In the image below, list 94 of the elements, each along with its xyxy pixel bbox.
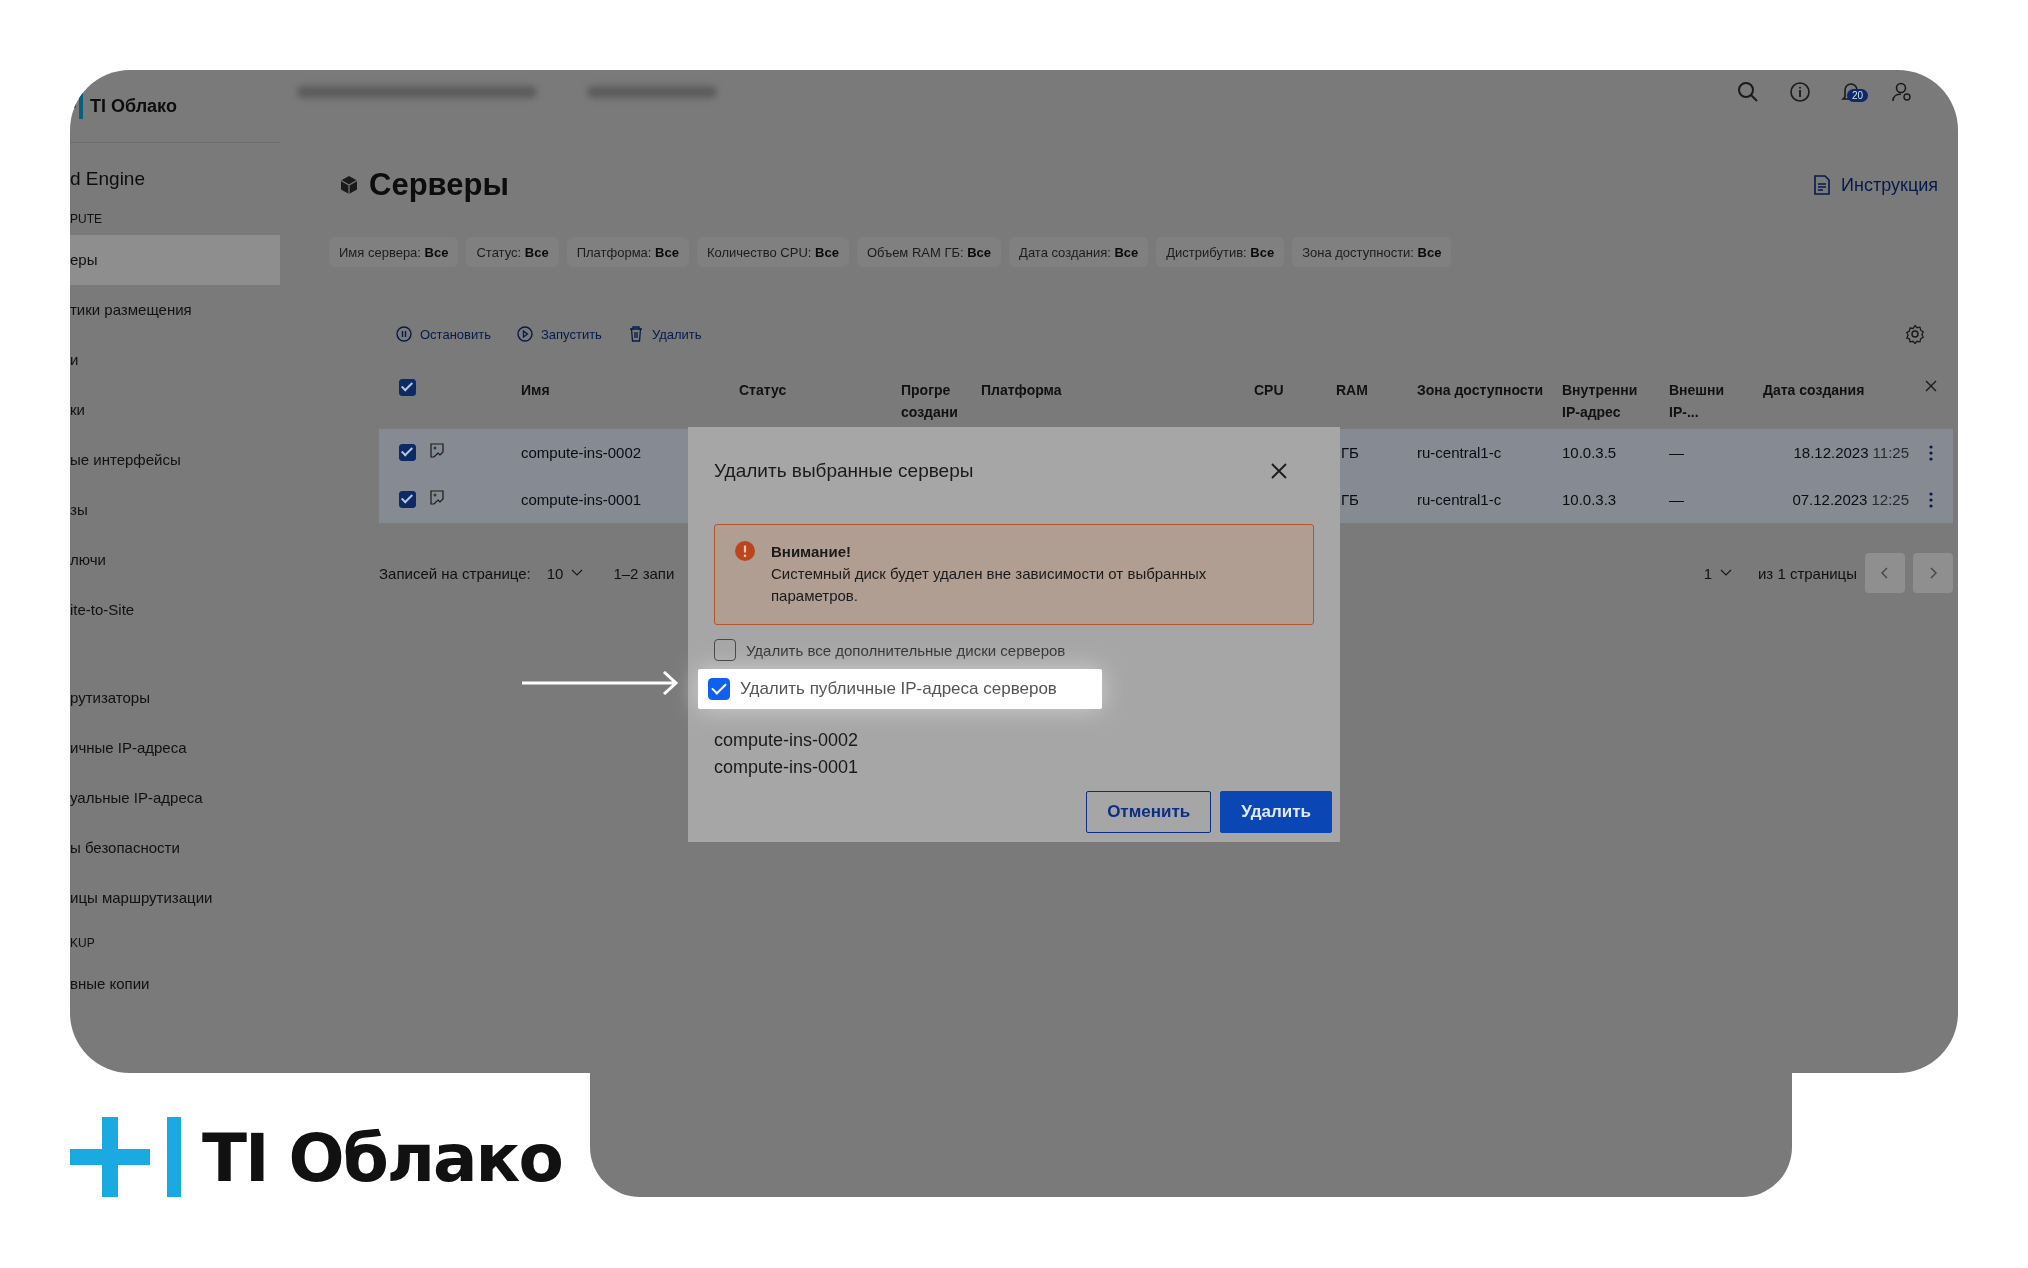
checkbox-option[interactable]: Удалить публичные IP-адреса серверов [698,669,1102,709]
sidebar-item[interactable]: уальные IP-адреса [70,773,280,823]
date-text: 18.12.2023 [1793,444,1869,461]
date-text: 07.12.2023 [1792,491,1868,508]
sidebar-item[interactable]: ые интерфейсы [70,435,280,485]
column-header[interactable]: Статус [727,369,889,429]
server-name: compute-ins-0001 [714,756,860,779]
chevron-left-icon [1881,567,1889,579]
toolbar-button[interactable]: Остановить [396,326,491,342]
settings-icon[interactable] [1905,324,1925,344]
sidebar-item[interactable]: лючи [70,535,280,585]
sidebar-item[interactable]: тики размещения [70,285,280,335]
filter-chip[interactable]: Зона доступности: Все [1292,237,1452,267]
table-cell-text: compute-ins-0001 [520,491,643,508]
table-cell-text: compute-ins-0002 [520,444,643,461]
logo-icon [70,1117,182,1197]
close-icon[interactable] [1923,379,1938,393]
select-all-checkbox[interactable] [398,379,416,396]
column-header[interactable]: Зона доступности [1405,369,1550,429]
filter-chip[interactable]: Количество CPU: Все [696,237,849,267]
alert-message: Системный диск будет удален вне зависимости от выбранных параметров. [771,564,1208,606]
sidebar-item[interactable]: ite-to-Site [70,585,280,635]
search-icon[interactable] [1737,81,1759,103]
filter-chip[interactable]: Дистрибутив: Все [1156,237,1285,267]
table-cell-text: ГБ [1340,444,1360,461]
column-header[interactable]: Платформа [969,369,1242,429]
trash-icon [627,326,644,342]
column-header[interactable]: CPU [1242,369,1324,429]
sidebar-item[interactable]: KUP [70,923,280,959]
logo-text: TI Облако [90,95,177,117]
sidebar-item[interactable]: и [70,335,280,385]
toolbar-button[interactable]: Запустить [516,326,602,342]
page-select[interactable]: 1 [1703,564,1732,582]
table-cell-text: — [1668,491,1685,508]
cancel-button[interactable]: Отменить [1086,791,1212,833]
table-cell-text: ГБ [1340,491,1360,508]
page-title: Серверы [369,167,509,203]
chevron-right-icon [1929,567,1937,579]
row-checkbox[interactable] [398,491,416,508]
sidebar-item[interactable]: зы [70,485,280,535]
column-header[interactable]: Имя [509,369,727,429]
chevron-down-icon [571,569,584,577]
time-text: 12:25 [1871,491,1909,508]
sidebar-item[interactable]: ы безопасности [70,823,280,873]
filter-chip[interactable]: Объем RAM ГБ: Все [856,237,1002,267]
document-icon [1813,175,1832,195]
sidebar-item[interactable]: вные копии [70,959,280,1009]
column-header[interactable]: Прогре создани [889,369,969,429]
pages-total: из 1 страницы [1757,564,1857,582]
time-text: 11:25 [1872,444,1909,461]
table-cell-text: 10.0.3.5 [1561,444,1618,461]
page-size-label: Записей на странице: [379,564,531,582]
user-icon[interactable] [1891,81,1913,103]
filter-chip[interactable]: Платформа: Все [566,237,689,267]
column-header[interactable]: Дата создания [1751,369,1909,429]
play-icon [516,326,533,342]
column-header[interactable]: Внутренни IP-адрес [1550,369,1657,429]
column-header[interactable]: Внешни IP-... [1657,369,1751,429]
table-cell-text: ru-central1-c [1416,491,1503,508]
dialog-title: Удалить выбранные серверы [714,460,974,482]
sidebar-item[interactable]: d Engine [70,159,280,199]
column-header[interactable]: RAM [1324,369,1405,429]
warning-icon [735,541,755,561]
table-cell-text: ru-central1-c [1416,444,1503,461]
records-range: 1–2 запи [613,564,675,582]
checkbox-option[interactable]: Удалить все дополнительные диски серверов [714,635,1314,665]
sidebar-item[interactable]: рутизаторы [70,673,280,723]
more-icon[interactable] [1928,444,1933,461]
table-cell-text: 10.0.3.3 [1561,491,1618,508]
server-name: compute-ins-0002 [714,729,860,752]
toolbar-button[interactable]: Удалить [627,326,702,342]
filter-chip[interactable]: Статус: Все [466,237,559,267]
chevron-down-icon [1719,569,1732,577]
sidebar-item[interactable]: ичные IP-адреса [70,723,280,773]
filter-chip[interactable]: Дата создания: Все [1009,237,1149,267]
logo-text: TI Облако [202,1119,562,1199]
pause-icon [396,326,412,342]
cube-icon [339,175,359,195]
alert-title: Внимание! [771,542,852,562]
sidebar-item[interactable]: ицы маршрутизации [70,873,280,923]
notification-badge: 20 [1847,89,1869,102]
sidebar-item[interactable]: PUTE [70,199,280,235]
delete-button[interactable]: Удалить [1220,791,1332,833]
close-icon[interactable] [1270,462,1288,480]
sidebar-item[interactable]: ки [70,385,280,435]
filter-chip[interactable]: Имя сервера: Все [329,237,459,267]
bell-icon[interactable] [1841,81,1861,103]
info-icon[interactable] [1789,81,1811,103]
page-size-select[interactable]: 10 [546,564,584,582]
more-icon[interactable] [1928,491,1933,508]
row-checkbox[interactable] [398,444,416,461]
table-cell-text: — [1668,444,1685,461]
sidebar-item[interactable]: еры [70,235,280,285]
instruction-link[interactable]: Инструкция [1813,174,1938,196]
